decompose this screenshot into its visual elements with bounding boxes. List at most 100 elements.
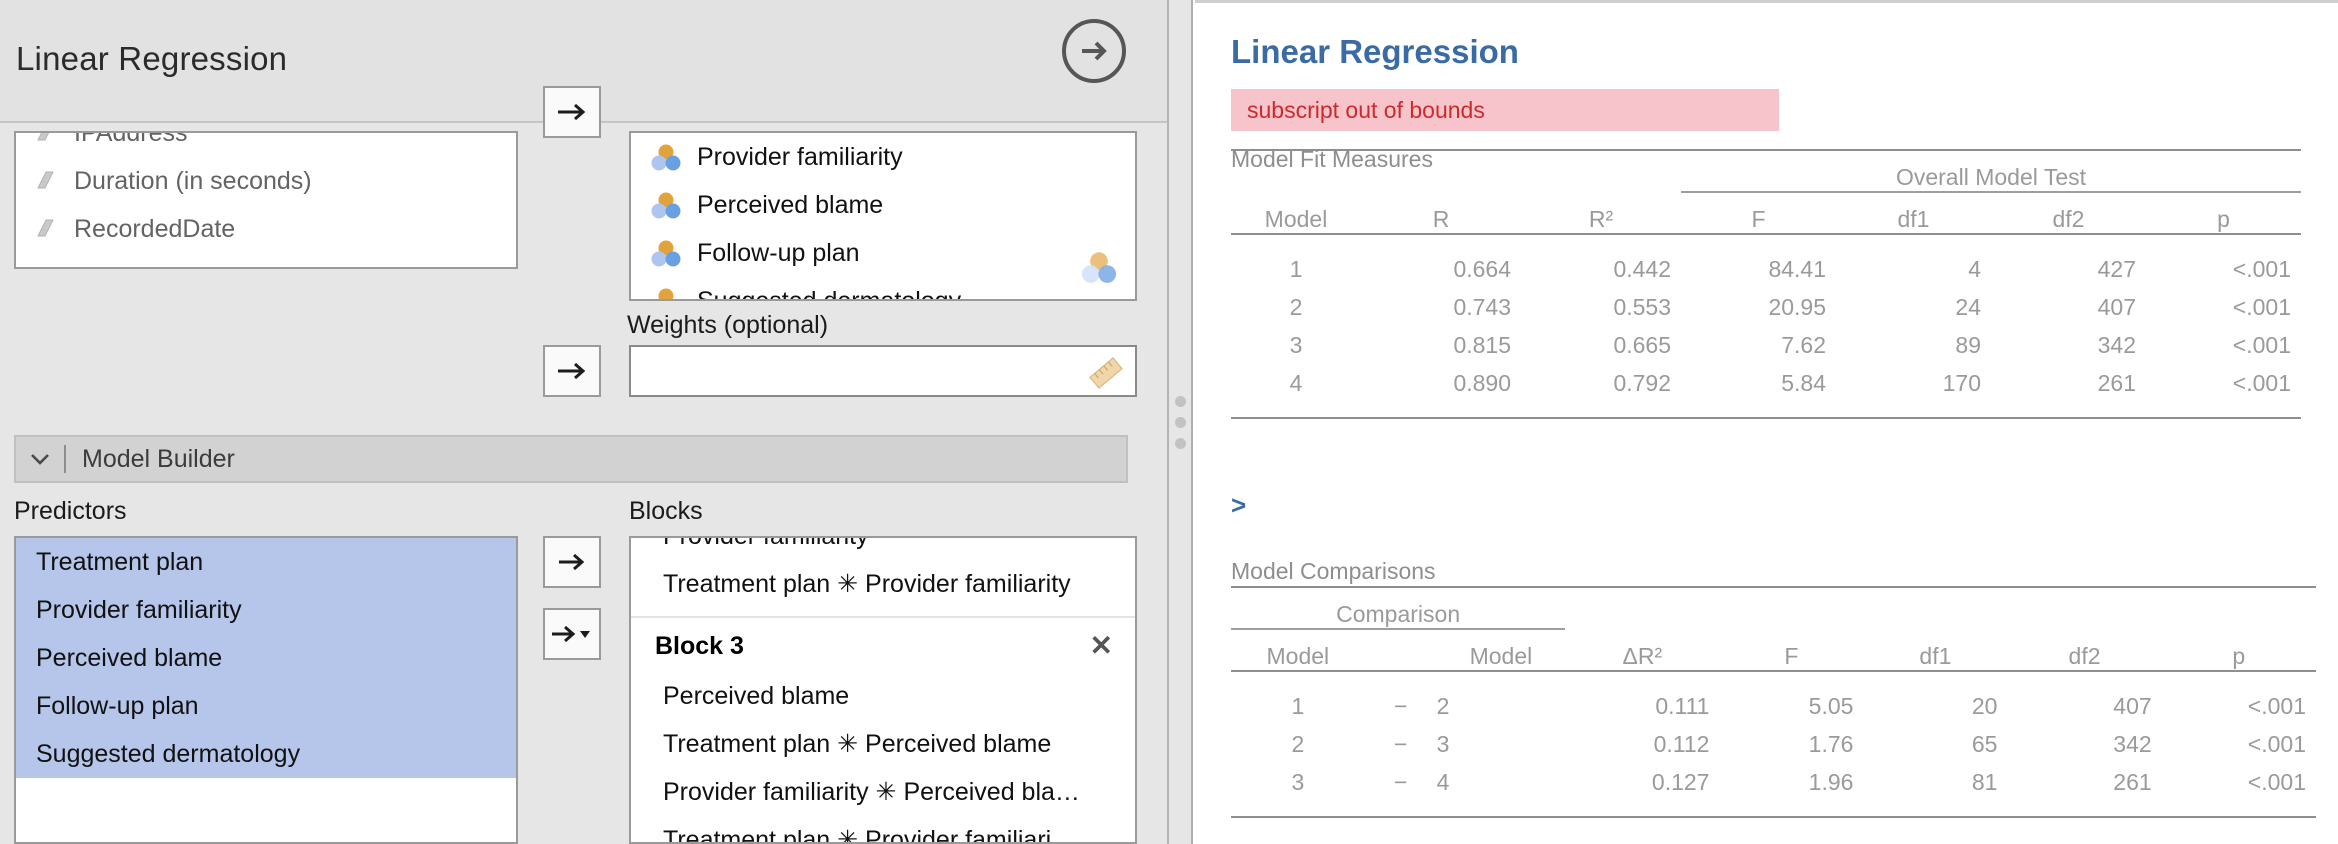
table-group-header-row: Comparison <box>1231 589 2316 630</box>
table-row: 2 − 3 0.112 1.76 65 342 <.001 <box>1231 725 2316 763</box>
column-header: p <box>2217 206 2230 232</box>
list-item[interactable]: Perceived blame <box>631 181 1135 229</box>
cell-df1: 81 <box>1971 768 1998 795</box>
list-item-label: Suggested dermatology <box>36 739 301 768</box>
cell-p: <.001 <box>2247 730 2306 757</box>
model-comparisons-table: Comparison Model Model ΔR² F df1 df2 p 1… <box>1231 586 2316 819</box>
list-item-label: Treatment plan <box>36 547 204 576</box>
table-row: 3 0.815 0.665 7.62 89 342 <.001 <box>1231 326 2301 364</box>
cell-df2: 261 <box>2113 768 2152 795</box>
block-title: Block 3 <box>655 631 744 660</box>
id-variable-icon <box>30 214 60 244</box>
list-item[interactable]: ResponseId <box>16 253 516 268</box>
list-item[interactable]: IPAddress <box>16 131 516 157</box>
list-item[interactable]: Follow-up plan <box>631 229 1135 277</box>
cell-p: <.001 <box>2232 331 2291 358</box>
cell-f: 1.96 <box>1808 768 1854 795</box>
arrow-right-icon <box>558 103 586 121</box>
drag-handle-dots-icon <box>1174 416 1186 428</box>
cell-delta-r2: 0.127 <box>1651 768 1710 795</box>
results-expander[interactable]: > <box>1231 490 1246 521</box>
list-item[interactable]: Provider familiarity <box>631 133 1135 181</box>
block-term[interactable]: Treatment plan ✳ Provider familiari… <box>631 816 1135 842</box>
covariates-list[interactable]: Provider familiarity Perceived blame Fol… <box>629 131 1137 301</box>
list-item[interactable]: Follow-up plan <box>16 682 516 730</box>
variables-source-list[interactable]: IPAddress Duration (in seconds) Recorded… <box>14 131 518 269</box>
list-item-label: Duration (in seconds) <box>74 166 312 195</box>
predictors-list[interactable]: Treatment plan Provider familiarity Perc… <box>14 536 518 844</box>
id-variable-icon <box>30 262 60 267</box>
cell-df1: 170 <box>1942 369 1981 396</box>
list-item[interactable]: Treatment plan <box>16 538 516 586</box>
list-item[interactable]: Duration (in seconds) <box>16 157 516 205</box>
cell-r: 0.743 <box>1453 293 1511 320</box>
cell-p: <.001 <box>2232 369 2291 396</box>
linear-regression-analysis-window: Linear Regression IPAddress Duration (in… <box>0 0 2338 844</box>
list-item[interactable]: Perceived blame <box>16 634 516 682</box>
model-builder-section-header[interactable]: Model Builder <box>14 435 1128 483</box>
cell-p: <.001 <box>2232 293 2291 320</box>
error-message: subscript out of bounds <box>1247 96 1485 123</box>
hide-options-button[interactable] <box>1062 19 1126 83</box>
table-rule <box>1231 417 2301 420</box>
cell-r2: 0.665 <box>1613 331 1671 358</box>
drag-handle-dots-icon <box>1174 437 1186 449</box>
transfer-dependent-button[interactable] <box>543 86 601 138</box>
arrow-right-icon <box>559 553 585 571</box>
arrow-right-icon <box>558 362 586 380</box>
weights-label: Weights (optional) <box>627 311 829 339</box>
block-term[interactable]: Provider familiarity ✳ Perceived bla… <box>631 768 1135 816</box>
cell-model: 4 <box>1289 369 1303 396</box>
table-row: 1 0.664 0.442 84.41 4 427 <.001 <box>1231 250 2301 288</box>
list-item[interactable]: Suggested dermatology <box>16 730 516 778</box>
group-header-overall-model-test: Overall Model Test <box>1681 152 2301 193</box>
transfer-weights-button[interactable] <box>543 345 601 397</box>
nominal-variable-icon <box>649 286 683 299</box>
block-term[interactable]: Provider familiarity <box>631 538 1135 560</box>
cell-r: 0.815 <box>1453 331 1511 358</box>
cell-delta-r2: 0.111 <box>1655 692 1710 719</box>
table-rule <box>1231 816 2316 819</box>
cell-model-a: 2 <box>1291 730 1305 757</box>
cell-r2: 0.792 <box>1613 369 1671 396</box>
column-header: p <box>2232 643 2246 669</box>
table-header-row: Model R R² F df1 df2 p <box>1231 192 2301 234</box>
table-group-header-row: Overall Model Test <box>1231 152 2301 193</box>
cell-model-a: 3 <box>1291 768 1305 795</box>
weights-field[interactable] <box>629 345 1137 397</box>
transfer-predictors-menu-button[interactable] <box>543 608 601 660</box>
cell-model-b: 4 <box>1436 768 1450 795</box>
list-item[interactable]: Provider familiarity <box>16 586 516 634</box>
chevron-down-icon[interactable] <box>16 437 64 481</box>
cell-dash: − <box>1393 692 1408 719</box>
cell-f: 20.95 <box>1768 293 1826 320</box>
nominal-variable-icon <box>649 190 683 220</box>
table-header-row: Model Model ΔR² F df1 df2 p <box>1231 629 2316 671</box>
arrow-right-dropdown-icon <box>552 625 590 643</box>
block-term-label: Treatment plan ✳ Provider familiarity <box>663 570 1071 598</box>
cell-p: <.001 <box>2247 692 2306 719</box>
list-item[interactable]: RecordedDate <box>16 205 516 253</box>
cell-df1: 20 <box>1971 692 1998 719</box>
cell-dash: − <box>1393 768 1408 795</box>
block-term[interactable]: Treatment plan ✳ Provider familiarity <box>631 560 1135 608</box>
cell-df1: 89 <box>1955 331 1981 358</box>
list-item-label: IPAddress <box>74 131 188 147</box>
block-term[interactable]: Perceived blame <box>631 672 1135 720</box>
close-icon[interactable]: ✕ <box>1090 632 1113 660</box>
results-title: Linear Regression <box>1231 33 1519 70</box>
block-term[interactable]: Treatment plan ✳ Perceived blame <box>631 720 1135 768</box>
cell-df1: 24 <box>1955 293 1981 320</box>
block-term-label: Provider familiarity <box>663 538 869 551</box>
table-row: 1 − 2 0.111 5.05 20 407 <.001 <box>1231 687 2316 725</box>
cell-model-b: 3 <box>1436 730 1450 757</box>
cell-df2: 342 <box>2097 331 2136 358</box>
list-item-label: ResponseId <box>74 263 207 268</box>
transfer-predictors-button[interactable] <box>543 536 601 588</box>
panel-splitter[interactable] <box>1169 0 1193 844</box>
list-item-label: Suggested dermatology <box>697 286 962 301</box>
block-header: Block 3 ✕ <box>631 620 1135 672</box>
arrow-right-circle-icon <box>1082 41 1107 61</box>
list-item[interactable]: Suggested dermatology <box>631 277 1135 301</box>
blocks-list[interactable]: Provider familiarity Treatment plan ✳ Pr… <box>629 536 1137 844</box>
